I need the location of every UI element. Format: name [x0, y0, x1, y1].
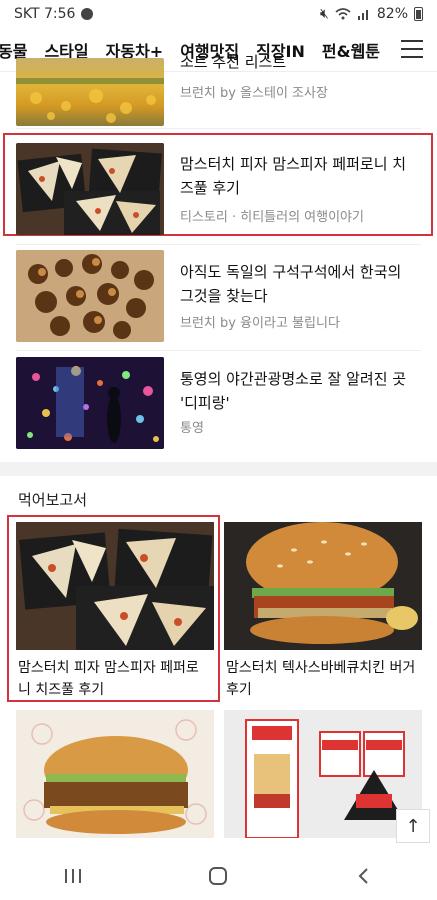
home-icon[interactable] [208, 866, 228, 886]
wifi-icon [335, 8, 351, 20]
card-title: 맘스터치 피자 맘스피자 페퍼로니 치즈풀 후기 [18, 660, 199, 698]
signal-icon [357, 10, 368, 20]
card-title: 맘스터치 텍사스바베큐치킨 버거 후기 [226, 660, 416, 698]
mute-icon: 🔇︎ [320, 6, 329, 22]
list-item[interactable]: 통영의 야간관광명소로 잘 알려진 곳 '디피랑' 통영 [0, 357, 437, 449]
status-bar: SKT 7:56 🔇︎ 82% [0, 0, 437, 28]
article-title: 통영의 야간관광명소로 잘 알려진 곳 '디피랑' [180, 370, 407, 412]
article-thumbnail [16, 250, 164, 342]
article-source: 브런치 by 융이라고 불립니다 [180, 316, 340, 331]
article-thumbnail [16, 357, 164, 449]
divider [16, 244, 421, 245]
list-item[interactable]: 소트 추천 리스트 브런치 by 올스테이 조사장 [0, 53, 437, 132]
arrow-up-icon[interactable]: ↑ [396, 809, 430, 843]
card-image [224, 710, 422, 838]
card-image [16, 710, 214, 838]
article-title: 소트 추천 리스트 [180, 53, 287, 71]
divider [16, 350, 421, 351]
notification-icon [81, 8, 94, 20]
divider [16, 128, 421, 129]
section-title: 먹어보고서 [18, 491, 88, 509]
list-item[interactable]: 맘스터치 피자 맘스피자 페퍼로니 치즈풀 후기 티스토리 · 히티틀러의 여행… [0, 140, 437, 235]
article-source: 통영 [180, 421, 204, 436]
article-source: 브런치 by 올스테이 조사장 [180, 86, 328, 101]
back-icon[interactable] [354, 866, 374, 886]
card-image [16, 522, 214, 650]
article-thumbnail [16, 58, 164, 126]
list-item[interactable]: 아직도 독일의 구석구석에서 한국의 그것을 찾는다 브런치 by 융이라고 불… [0, 250, 437, 342]
article-title: 아직도 독일의 구석구석에서 한국의 그것을 찾는다 [180, 263, 402, 305]
card-image [224, 522, 422, 650]
battery-level: 82% [376, 6, 408, 22]
system-nav-bar [0, 852, 437, 900]
article-source: 티스토리 · 히티틀러의 여행이야기 [180, 210, 364, 225]
recent-apps-icon[interactable] [63, 867, 83, 885]
carrier-time: SKT 7:56 [14, 6, 76, 22]
battery-icon [414, 7, 423, 21]
article-thumbnail [16, 143, 164, 235]
article-title: 맘스터치 피자 맘스피자 페퍼로니 치즈풀 후기 [180, 155, 407, 197]
section-separator [0, 462, 437, 476]
